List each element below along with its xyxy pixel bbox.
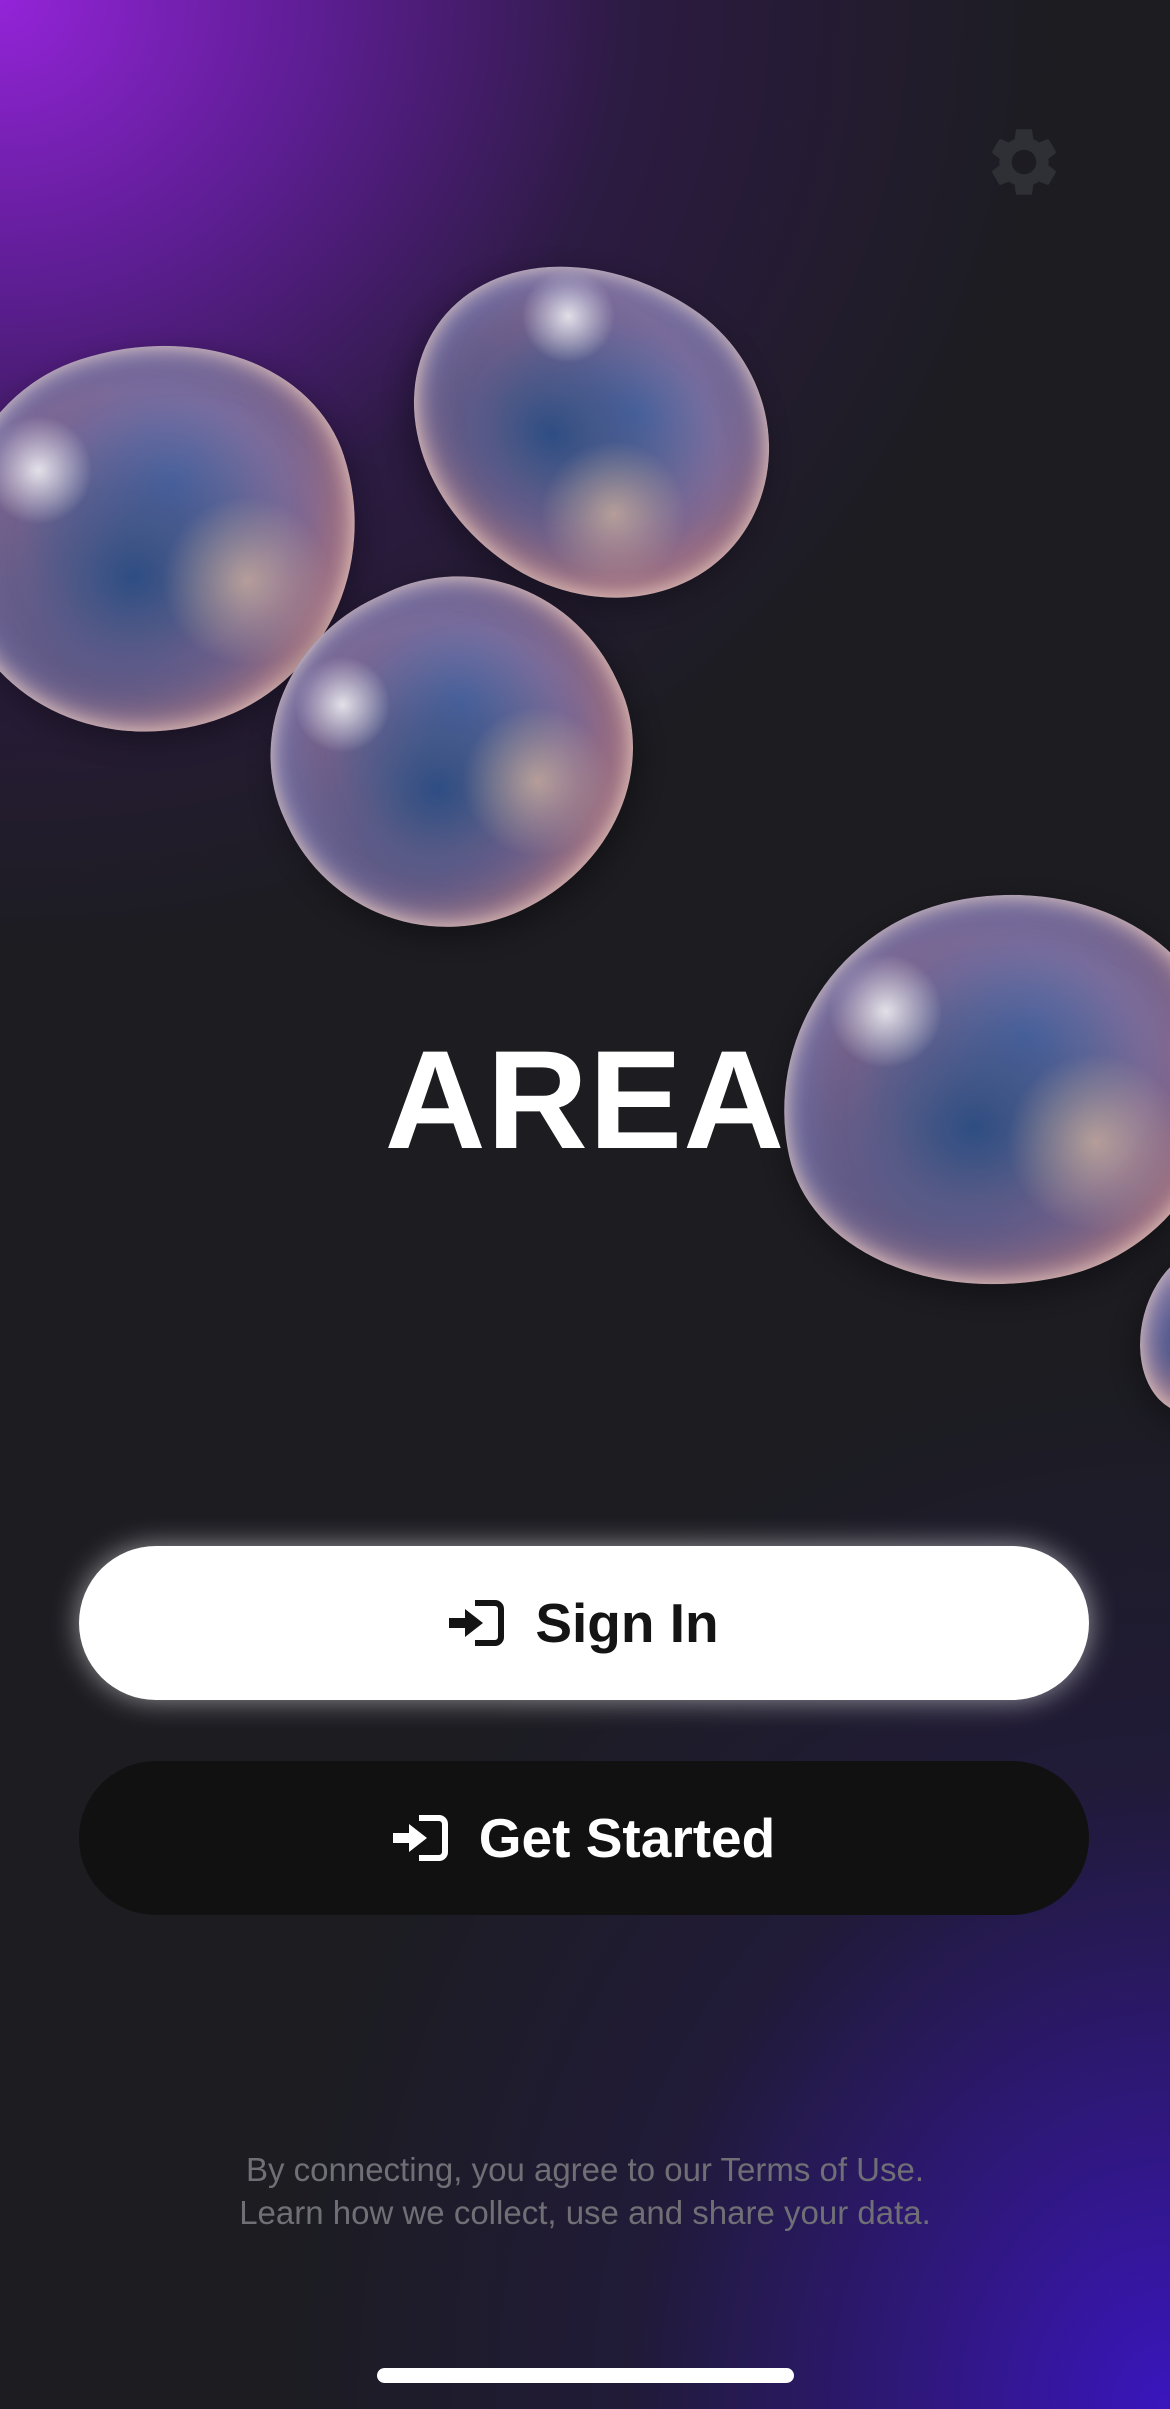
home-indicator (377, 2368, 794, 2383)
terms-text[interactable]: By connecting, you agree to our Terms of… (0, 2148, 1170, 2191)
sign-in-button[interactable]: Sign In (79, 1546, 1089, 1700)
data-policy-text[interactable]: Learn how we collect, use and share your… (0, 2191, 1170, 2234)
settings-button[interactable] (983, 123, 1065, 205)
gear-icon (983, 121, 1065, 208)
sign-in-icon (392, 1814, 449, 1862)
sign-in-label: Sign In (535, 1592, 719, 1654)
get-started-label: Get Started (478, 1807, 776, 1869)
legal-notice: By connecting, you agree to our Terms of… (0, 2148, 1170, 2234)
sign-in-icon (449, 1599, 505, 1647)
get-started-button[interactable]: Get Started (79, 1761, 1089, 1915)
app-title: AREA (384, 1021, 786, 1178)
